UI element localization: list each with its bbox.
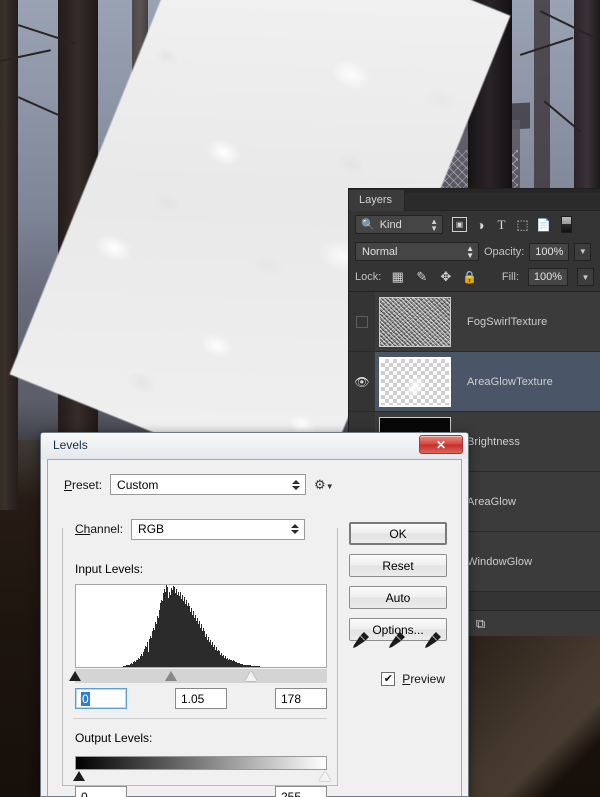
input-black-point-marker[interactable] (69, 671, 81, 681)
fill-value[interactable]: 100% (528, 268, 568, 286)
set-black-point-eyedropper-icon[interactable] (351, 630, 371, 650)
search-icon: 🔍 (361, 219, 375, 231)
preset-value: Custom (117, 477, 159, 492)
divider (73, 718, 327, 719)
lock-image-pixels-icon[interactable]: ✎ (414, 269, 429, 284)
filter-smart-object-icon[interactable]: 📄 (536, 217, 551, 232)
set-white-point-eyedropper-icon[interactable] (423, 630, 443, 650)
output-levels-label: Output Levels: (75, 731, 153, 745)
histogram (75, 584, 327, 668)
channel-row[interactable]: Channel: RGB (63, 518, 329, 540)
tab-layers[interactable]: Layers (349, 190, 406, 211)
input-black-value: 0 (81, 691, 90, 706)
lock-position-icon[interactable]: ✥ (438, 269, 453, 284)
tab-bar-filler (405, 193, 600, 211)
blend-opacity-row[interactable]: Normal ▲ ▼ Opacity: 100% ▼ (349, 238, 600, 265)
output-black-field[interactable]: 0 (75, 786, 127, 797)
opacity-value[interactable]: 100% (529, 242, 570, 261)
preview-row[interactable]: ✔ Preview (381, 672, 445, 686)
levels-group-box: Channel: RGB Input Levels: 0 1.05 178 Ou… (62, 518, 338, 797)
layer-visibility-cell[interactable] (349, 292, 375, 351)
eye-icon[interactable]: 👁 (354, 375, 369, 389)
eyedropper-tools[interactable] (351, 630, 443, 650)
panel-tab-bar[interactable]: Layers (349, 189, 600, 211)
chevron-updown-icon[interactable]: ▲ ▼ (466, 244, 474, 259)
input-gamma-field[interactable]: 1.05 (175, 688, 227, 709)
output-white-point-marker[interactable] (319, 771, 331, 781)
input-levels-slider[interactable] (69, 669, 327, 683)
output-white-field[interactable]: 255 (275, 786, 327, 797)
output-markers[interactable] (73, 771, 331, 783)
preview-checkbox[interactable]: ✔ (381, 672, 396, 686)
input-gamma-marker[interactable] (164, 671, 177, 681)
preset-row[interactable]: PPreset:reset: Custom ⚙▼ (48, 460, 461, 495)
output-black-point-marker[interactable] (73, 771, 85, 781)
layer-thumbnail-cell[interactable] (375, 296, 455, 347)
filter-type-icon[interactable]: T (494, 217, 509, 232)
chevron-updown-icon[interactable] (288, 524, 302, 534)
dialog-title-bar[interactable]: Levels ✕ (41, 433, 468, 459)
channel-select[interactable]: RGB (131, 518, 306, 540)
blend-mode-value: Normal (362, 245, 398, 258)
input-levels-label: Input Levels: (75, 562, 144, 576)
histogram-bars (76, 585, 326, 667)
layer-thumbnail[interactable] (379, 356, 451, 407)
preset-label: PPreset:reset: (64, 477, 103, 492)
auto-button[interactable]: Auto (349, 586, 447, 609)
channel-label: Channel: (75, 522, 124, 536)
new-layer-icon[interactable]: ⧉ (476, 616, 485, 632)
table-row[interactable]: FogSwirlTexture (349, 292, 600, 352)
lock-row[interactable]: Lock: ▦ ✎ ✥ 🔒 Fill: 100% ▼ (349, 265, 600, 291)
layer-filter-kind-select[interactable]: 🔍 Kind ▲ ▼ (355, 215, 443, 234)
preset-select[interactable]: Custom (110, 474, 307, 495)
list-item[interactable]: FogSwirlTexture (455, 316, 547, 328)
layer-filter-type-icons[interactable]: ▣ ◑ T ⬚ 📄 (452, 217, 551, 233)
preview-label: Preview (402, 672, 445, 686)
layer-filter-row[interactable]: 🔍 Kind ▲ ▼ ▣ ◑ T ⬚ 📄 (349, 211, 600, 238)
blend-mode-select[interactable]: Normal ▲ ▼ (355, 242, 479, 261)
visibility-off-icon[interactable] (356, 315, 368, 328)
filter-shape-icon[interactable]: ⬚ (515, 217, 530, 232)
lock-transparent-pixels-icon[interactable]: ▦ (390, 269, 405, 284)
ok-button[interactable]: OK (349, 522, 447, 545)
opacity-label: Opacity: (484, 245, 525, 258)
page-title: Levels (53, 438, 88, 452)
opacity-stepper[interactable]: ▼ (574, 242, 592, 261)
layer-thumbnail-cell[interactable] (375, 356, 455, 407)
thumbnail-glow-shape (400, 371, 429, 403)
layer-visibility-cell[interactable]: 👁 (349, 352, 375, 411)
filter-adjustment-icon[interactable]: ◑ (473, 217, 488, 233)
filter-enable-toggle[interactable] (561, 216, 572, 233)
reset-button[interactable]: Reset (349, 554, 447, 577)
output-levels-slider[interactable] (75, 756, 327, 770)
fill-label: Fill: (501, 271, 519, 283)
input-black-field[interactable]: 0 (75, 688, 127, 709)
list-item[interactable]: AreaGlowTexture (455, 376, 553, 388)
table-row[interactable]: 👁 AreaGlowTexture (349, 352, 600, 412)
layer-thumbnail[interactable] (379, 296, 451, 347)
levels-dialog[interactable]: Levels ✕ PPreset:reset: Custom ⚙▼ Channe… (40, 432, 469, 797)
input-white-point-marker[interactable] (245, 671, 258, 681)
gear-icon[interactable]: ⚙▼ (314, 477, 334, 493)
layer-filter-kind-label: Kind (379, 218, 402, 231)
lock-label: Lock: (355, 271, 382, 283)
filter-pixel-icon[interactable]: ▣ (452, 217, 467, 232)
input-white-field[interactable]: 178 (275, 688, 327, 709)
lock-all-icon[interactable]: 🔒 (462, 270, 477, 284)
dialog-body: PPreset:reset: Custom ⚙▼ Channel: RGB (47, 459, 462, 797)
chevron-updown-icon[interactable]: ▲ ▼ (430, 217, 438, 232)
close-icon[interactable]: ✕ (419, 435, 463, 454)
tree-trunk (0, 0, 18, 510)
fill-stepper[interactable]: ▼ (577, 268, 594, 286)
chevron-updown-icon[interactable] (289, 479, 303, 490)
channel-value: RGB (138, 522, 165, 536)
set-gray-point-eyedropper-icon[interactable] (387, 630, 407, 650)
